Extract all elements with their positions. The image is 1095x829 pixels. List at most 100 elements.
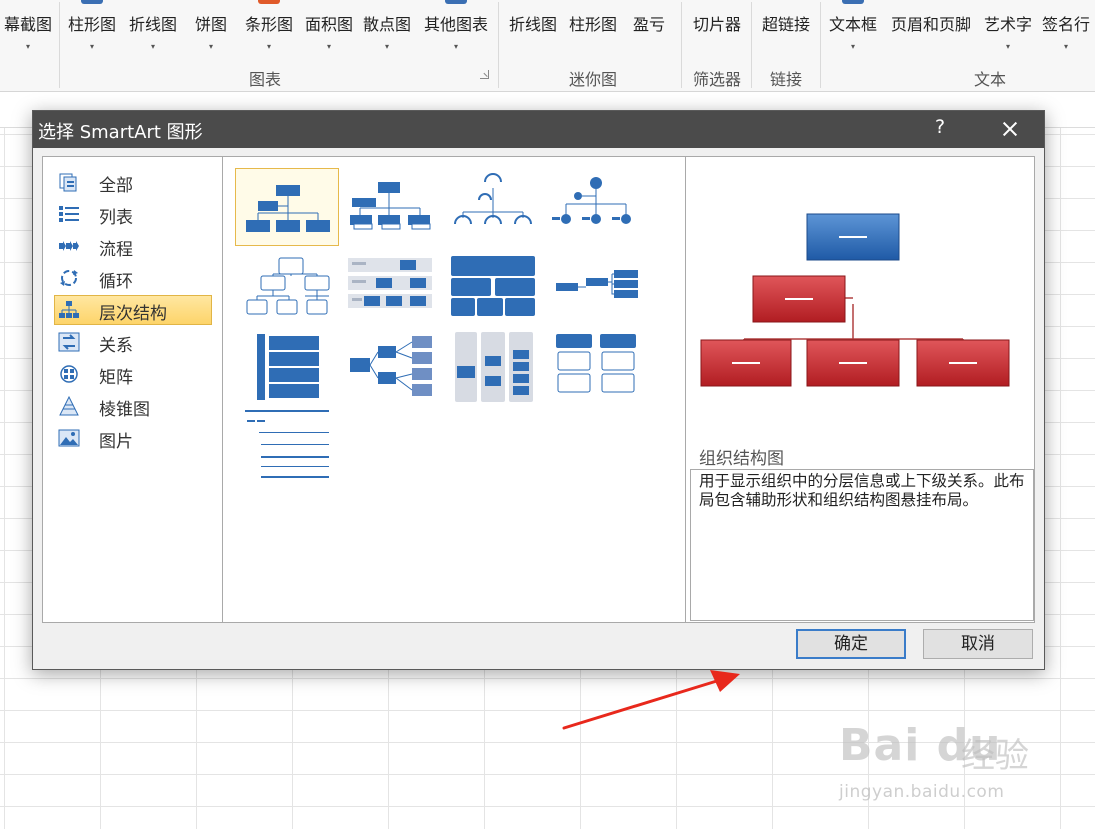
layout-thumb-9[interactable] [338, 328, 442, 406]
layout-thumb-3[interactable] [544, 168, 648, 246]
bar-chart-button[interactable]: 条形图 ▾ [240, 0, 298, 62]
header-footer-button[interactable]: 页眉和页脚 [884, 0, 978, 62]
pyramid-icon [59, 396, 79, 416]
lined-list-thumb [245, 410, 329, 478]
screenshot-button[interactable]: 幕截图 ▾ [0, 0, 56, 62]
category-relationship[interactable]: 关系 [54, 327, 212, 357]
signature-line-button[interactable]: 签名行 ▾ [1037, 0, 1095, 62]
textbox-icon [842, 0, 864, 4]
category-label: 矩阵 [99, 368, 133, 388]
pie-chart-button[interactable]: 饼图 ▾ [188, 0, 234, 62]
category-pyramid[interactable]: 棱锥图 [54, 391, 212, 421]
chevron-down-icon: ▾ [25, 42, 30, 51]
name-title-org-chart-thumb [350, 182, 431, 230]
hyperlink-button[interactable]: 超链接 [755, 0, 817, 62]
category-label: 循环 [99, 272, 133, 292]
category-label: 棱锥图 [99, 400, 150, 420]
line-chart-label: 折线图 [128, 15, 177, 34]
other-charts-button[interactable]: 其他图表 ▾ [418, 0, 494, 62]
column-chart-label: 柱形图 [67, 15, 116, 34]
organization-chart-preview [700, 213, 1010, 387]
layout-thumb-5[interactable] [338, 248, 442, 326]
picture-icon [58, 429, 80, 447]
help-button[interactable]: ? [930, 116, 950, 142]
sparkline-winloss-label: 盈亏 [632, 15, 665, 34]
layout-thumb-1[interactable] [338, 168, 442, 246]
group-divider [681, 2, 682, 88]
wordart-label: 艺术字 [983, 15, 1032, 34]
category-all[interactable]: 全部 [54, 167, 212, 197]
chevron-down-icon: ▾ [266, 42, 271, 51]
layout-thumb-10[interactable] [441, 328, 545, 406]
dialog-titlebar[interactable]: 选择 SmartArt 图形 ? [33, 111, 1044, 148]
group-label-text: 文本 [973, 70, 1006, 89]
category-matrix[interactable]: 矩阵 [54, 359, 212, 389]
layout-thumb-8[interactable] [235, 328, 339, 406]
close-icon[interactable] [993, 114, 1027, 144]
category-label: 列表 [99, 208, 133, 228]
chevron-down-icon: ▾ [384, 42, 389, 51]
pie-chart-label: 饼图 [194, 15, 227, 34]
category-cycle[interactable]: 循环 [54, 263, 212, 293]
layout-thumb-2[interactable] [441, 168, 545, 246]
preview-title: 组织结构图 [699, 449, 784, 469]
group-label-links: 链接 [769, 70, 802, 89]
all-icon [59, 173, 77, 192]
category-hierarchy[interactable]: 层次结构 [54, 295, 212, 325]
layout-thumb-4[interactable] [235, 248, 339, 326]
chevron-down-icon: ▾ [150, 42, 155, 51]
ok-button[interactable]: 确定 [796, 629, 906, 659]
column-chart-button[interactable]: 柱形图 ▾ [63, 0, 121, 62]
group-divider [751, 2, 752, 88]
group-divider [820, 2, 821, 88]
bar-chart-icon [258, 0, 280, 4]
sparkline-line-label: 折线图 [508, 15, 557, 34]
watermark-url: jingyan.baidu.com [839, 782, 1005, 802]
layout-thumb-0[interactable] [235, 168, 339, 246]
layout-thumb-12[interactable] [235, 408, 339, 486]
category-list-item[interactable]: 列表 [54, 199, 212, 229]
layout-thumb-6[interactable] [441, 248, 545, 326]
wordart-button[interactable]: 艺术字 ▾ [979, 0, 1037, 62]
scatter-chart-button[interactable]: 散点图 ▾ [358, 0, 416, 62]
category-label: 全部 [99, 176, 133, 196]
sparkline-line-button[interactable]: 折线图 [503, 0, 563, 62]
group-label-charts: 图表 [248, 70, 281, 89]
chevron-down-icon: ▾ [89, 42, 94, 51]
sparkline-winloss-button[interactable]: 盈亏 [628, 0, 670, 62]
sparkline-column-label: 柱形图 [568, 15, 617, 34]
slicer-label: 切片器 [692, 15, 741, 34]
dialog-title: 选择 SmartArt 图形 [38, 122, 203, 143]
dialog-content: 全部 列表 流程 循环 层次结构 关系 矩阵 棱锥图 图片 组织结构图 用于显示… [42, 156, 1035, 623]
sparkline-column-button[interactable]: 柱形图 [563, 0, 623, 62]
red-arrow-annotation [562, 670, 740, 730]
organization-chart-thumb [246, 185, 330, 232]
textbox-button[interactable]: 文本框 ▾ [824, 0, 882, 62]
chevron-down-icon: ▾ [1063, 42, 1068, 51]
matrix-icon [60, 365, 78, 383]
horizontal-multi-level-hierarchy-thumb [350, 336, 432, 396]
cancel-button[interactable]: 取消 [923, 629, 1033, 659]
baidu-watermark: Bai du 经验 jingyan.baidu.com [833, 712, 1043, 822]
description-text: 用于显示组织中的分层信息或上下级关系。此布局包含辅助形状和组织结构图悬挂布局。 [699, 472, 1025, 509]
column-chart-icon [81, 0, 103, 4]
horizontal-labeled-hierarchy-thumb [257, 334, 319, 400]
horizontal-hierarchy-thumb [556, 270, 638, 298]
area-chart-button[interactable]: 面积图 ▾ [300, 0, 358, 62]
layout-thumb-11[interactable] [544, 328, 648, 406]
cycle-icon [60, 270, 78, 286]
header-footer-label: 页眉和页脚 [890, 15, 971, 34]
category-process[interactable]: 流程 [54, 231, 212, 261]
slicer-button[interactable]: 切片器 [686, 0, 748, 62]
dialog-launcher-icon[interactable] [480, 70, 489, 79]
table-hierarchy-thumb [451, 256, 535, 316]
group-label-sparklines: 迷你图 [568, 70, 617, 89]
line-chart-button[interactable]: 折线图 ▾ [123, 0, 183, 62]
watermark-subtitle: 经验 [961, 736, 1029, 776]
area-chart-label: 面积图 [304, 15, 353, 34]
group-label-filter: 筛选器 [692, 70, 741, 89]
layout-thumb-7[interactable] [544, 248, 648, 326]
category-picture[interactable]: 图片 [54, 423, 212, 453]
half-circle-org-chart-thumb [454, 173, 532, 225]
category-label: 图片 [99, 432, 133, 452]
